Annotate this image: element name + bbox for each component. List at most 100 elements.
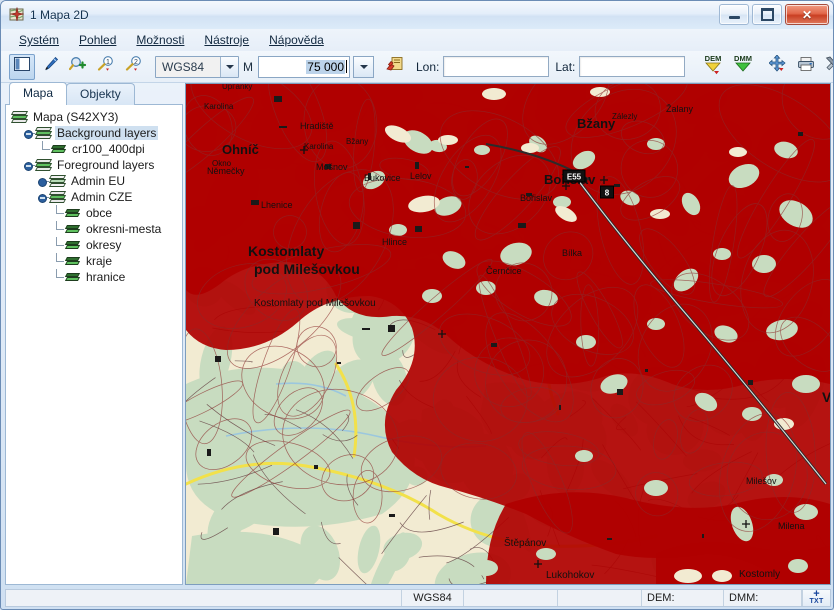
tree-expander[interactable]	[24, 160, 35, 171]
scale-value: 75 000	[306, 59, 345, 74]
svg-text:DMM: DMM	[734, 54, 752, 63]
scale-dropdown-button[interactable]	[353, 55, 374, 78]
tools-button[interactable]	[821, 54, 833, 80]
layer-leaf-icon	[50, 144, 67, 155]
tree-item[interactable]: Admin CZE	[10, 189, 180, 205]
svg-text:Bukovice: Bukovice	[364, 173, 401, 183]
tree-item[interactable]: kraje	[10, 253, 180, 269]
text-caret	[346, 60, 347, 73]
scale-prefix-label: M	[243, 59, 253, 74]
layer-stack-pale-icon	[48, 174, 67, 188]
svg-text:Černčice: Černčice	[486, 266, 522, 276]
map-graphic: Bžany Karolina Úpl'anky Hradiště Bžany Karoli…	[186, 84, 830, 584]
svg-text:DEM: DEM	[705, 54, 722, 63]
svg-text:Milešov: Milešov	[746, 476, 777, 486]
dmm-icon: DMM	[731, 53, 755, 80]
tree-item[interactable]: okresni-mesta	[10, 221, 180, 237]
zoom-preset-2-button[interactable]: 2	[121, 54, 147, 80]
layer-leaf-icon	[64, 272, 81, 283]
svg-text:Lhenice: Lhenice	[261, 200, 293, 210]
bookmark-button[interactable]	[382, 54, 408, 80]
status-dem: DEM:	[642, 590, 724, 606]
layer-leaf-icon	[64, 224, 81, 235]
print-button[interactable]	[793, 54, 819, 80]
menu-tools[interactable]: Nástroje	[194, 30, 259, 50]
zoom-add-button[interactable]	[65, 54, 91, 80]
layer-stack-icon	[10, 110, 29, 124]
window-title: 1 Mapa 2D	[30, 8, 89, 22]
svg-text:1: 1	[106, 59, 110, 66]
svg-text:Karolina: Karolina	[204, 102, 234, 111]
latitude-input[interactable]	[579, 56, 686, 77]
svg-text:Kostomlaty pod Milešovkou: Kostomlaty pod Milešovkou	[254, 298, 376, 309]
magnifier-plus-icon	[68, 56, 87, 77]
tree-expander[interactable]	[38, 192, 49, 203]
toggle-panel-button[interactable]	[9, 53, 35, 80]
tree-item-label: okresy	[86, 238, 122, 252]
svg-text:Bžany: Bžany	[346, 137, 368, 146]
pan-button[interactable]	[765, 54, 791, 80]
chevron-down-icon[interactable]	[220, 56, 238, 77]
dem-icon: DEM	[701, 53, 725, 80]
tree-elbow	[52, 205, 65, 221]
tree-item-label: hranice	[86, 270, 126, 284]
svg-text:Ohníč: Ohníč	[222, 142, 259, 157]
magnifier-one-icon: 1	[97, 56, 115, 77]
layer-tree[interactable]: Mapa (S42XY3) Background layers cr100_400…	[5, 104, 183, 585]
tree-item-label: Background layers	[55, 126, 159, 140]
tree-expander[interactable]	[24, 128, 35, 139]
menu-view-label: Pohled	[79, 33, 117, 47]
application-window: 1 Mapa 2D ✕ Systém Pohled Možnosti Nástr…	[0, 0, 834, 610]
svg-text:Lelov: Lelov	[410, 171, 432, 181]
longitude-input[interactable]	[443, 56, 550, 77]
tree-item[interactable]: cr100_400dpi	[10, 141, 180, 157]
scale-input[interactable]: 75 000	[258, 55, 350, 78]
menu-help[interactable]: Nápověda	[259, 30, 334, 50]
tree-item-label: kraje	[86, 254, 113, 268]
layer-leaf-icon	[64, 256, 81, 267]
map-frame: Bžany Karolina Úpl'anky Hradiště Bžany Karoli…	[185, 83, 831, 585]
layer-stack-icon	[34, 126, 53, 140]
close-icon: ✕	[801, 7, 813, 22]
map-canvas[interactable]: Bžany Karolina Úpl'anky Hradiště Bžany Karoli…	[186, 84, 830, 584]
menu-options[interactable]: Možnosti	[126, 30, 194, 50]
tree-elbow	[52, 221, 65, 237]
menu-options-label: Možnosti	[136, 33, 185, 47]
svg-text:Úpl'anky: Úpl'anky	[222, 84, 252, 91]
svg-text:Bořislav: Bořislav	[520, 193, 553, 203]
pointer-tool-button[interactable]	[37, 54, 63, 80]
status-bar: WGS84 DEM: DMM: + TXT	[5, 588, 831, 607]
tree-item[interactable]: Mapa (S42XY3)	[10, 109, 180, 125]
tree-item-label: Admin CZE	[71, 190, 133, 204]
tree-item[interactable]: obce	[10, 205, 180, 221]
zoom-preset-1-button[interactable]: 1	[93, 54, 119, 80]
layer-stack-icon	[48, 190, 67, 204]
tree-expander[interactable]	[38, 176, 49, 187]
tree-item[interactable]: okresy	[10, 237, 180, 253]
minimize-button[interactable]	[719, 4, 749, 25]
status-message	[6, 590, 402, 606]
tree-item-label: Mapa (S42XY3)	[33, 110, 119, 124]
tree-elbow	[38, 141, 51, 157]
add-text-button[interactable]: + TXT	[802, 588, 830, 606]
coord-system-combo[interactable]: WGS84	[155, 55, 239, 78]
dmm-button[interactable]: DMM	[729, 54, 757, 80]
svg-text:Žalany: Žalany	[666, 104, 694, 114]
close-button[interactable]: ✕	[785, 4, 829, 25]
tab-mapa[interactable]: Mapa	[9, 82, 68, 105]
tree-item[interactable]: Foreground layers	[10, 157, 180, 173]
tree-item[interactable]: Admin EU	[10, 173, 180, 189]
menu-system[interactable]: Systém	[9, 30, 69, 50]
tree-item[interactable]: hranice	[10, 269, 180, 285]
svg-text:Štěpánov: Štěpánov	[504, 536, 546, 549]
tree-item[interactable]: Background layers	[10, 125, 180, 141]
maximize-button[interactable]	[752, 4, 782, 25]
coord-system-value: WGS84	[156, 56, 220, 77]
svg-text:Němečky: Němečky	[207, 166, 245, 176]
tab-objekty[interactable]: Objekty	[66, 83, 135, 105]
menu-view[interactable]: Pohled	[69, 30, 126, 50]
tree-elbow	[52, 237, 65, 253]
dem-button[interactable]: DEM	[699, 54, 727, 80]
layer-leaf-icon	[64, 240, 81, 251]
menu-help-label: Nápověda	[269, 33, 324, 47]
